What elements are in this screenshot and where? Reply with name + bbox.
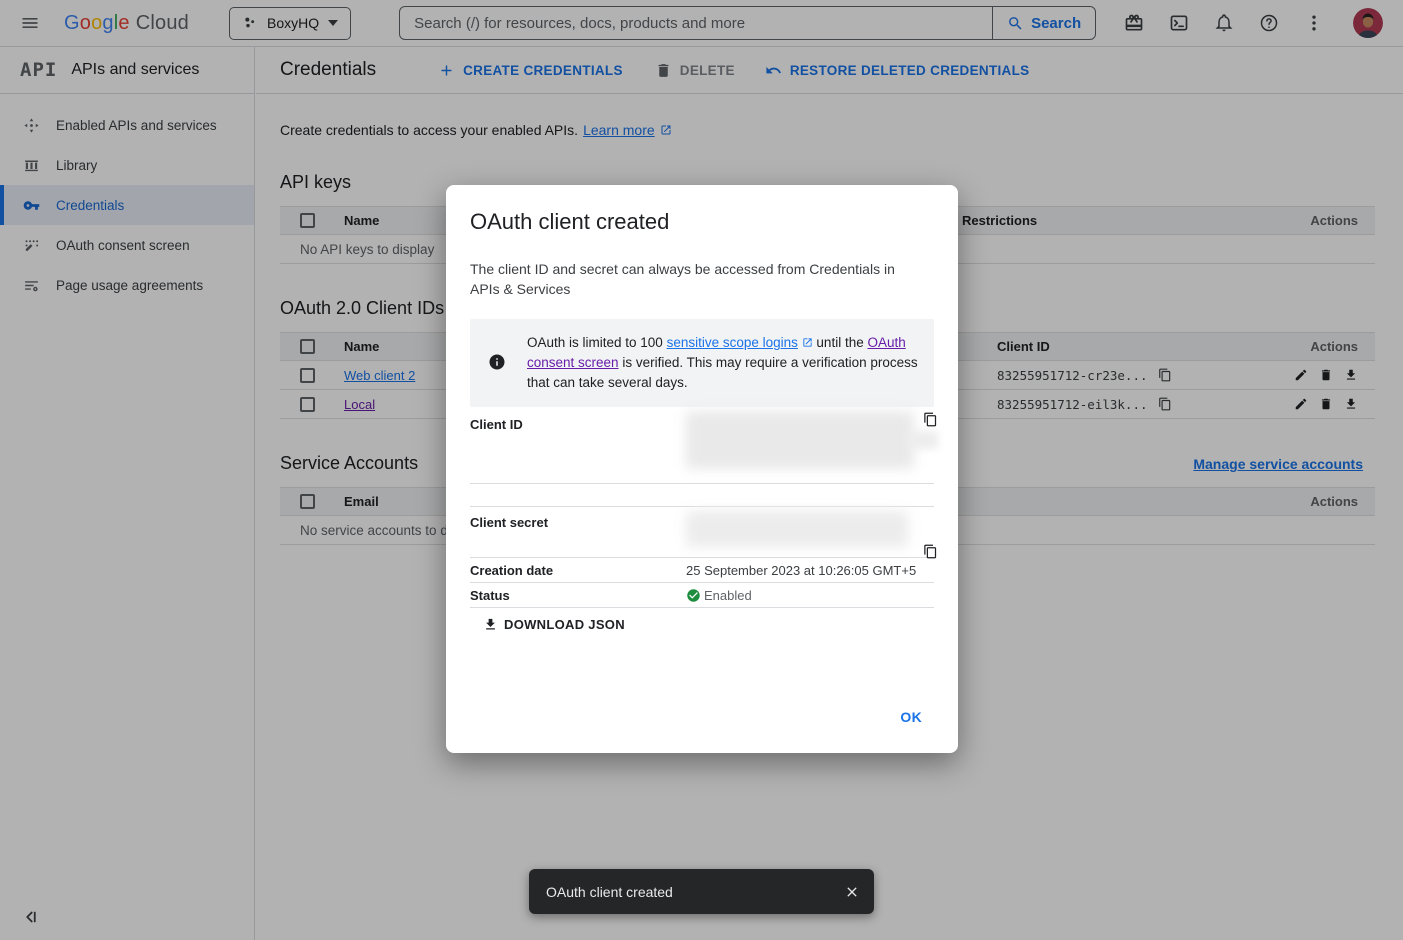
download-icon	[483, 617, 498, 632]
creation-date-value: 25 September 2023 at 10:26:05 GMT+5	[686, 563, 916, 578]
copy-icon[interactable]	[923, 544, 938, 559]
divider	[470, 607, 934, 608]
status-label: Status	[470, 588, 686, 603]
toast-snackbar: OAuth client created	[529, 869, 874, 914]
redacted-client-id-tail	[908, 431, 938, 449]
oauth-client-created-dialog: OAuth client created The client ID and s…	[446, 185, 958, 753]
creation-date-row: Creation date 25 September 2023 at 10:26…	[470, 558, 934, 582]
client-id-row: Client ID	[470, 417, 934, 483]
status-row: Status Enabled	[470, 583, 934, 607]
close-icon[interactable]	[844, 884, 860, 900]
info-icon	[488, 353, 506, 371]
creation-date-label: Creation date	[470, 563, 686, 578]
dialog-description: The client ID and secret can always be a…	[470, 259, 910, 299]
download-json-button[interactable]: DOWNLOAD JSON	[483, 617, 625, 632]
client-id-label: Client ID	[470, 417, 686, 432]
oauth-limit-notice: OAuth is limited to 100 sensitive scope …	[470, 319, 934, 407]
client-secret-value-redacted	[686, 515, 934, 547]
redacted-client-id	[686, 411, 914, 469]
ok-button[interactable]: OK	[888, 701, 934, 733]
external-link-icon	[802, 337, 813, 348]
check-circle-icon	[686, 588, 701, 603]
dialog-title: OAuth client created	[470, 209, 934, 235]
copy-icon[interactable]	[923, 412, 938, 427]
client-secret-label: Client secret	[470, 515, 686, 530]
client-secret-row: Client secret	[470, 507, 934, 557]
notice-text: OAuth is limited to 100 sensitive scope …	[527, 333, 920, 393]
redacted-client-secret	[686, 511, 908, 547]
status-value: Enabled	[704, 588, 752, 603]
sensitive-scope-logins-link[interactable]: sensitive scope logins	[667, 335, 798, 350]
google-cloud-console: Google Cloud BoxyHQ Search	[0, 0, 1403, 940]
toast-message: OAuth client created	[546, 884, 844, 900]
